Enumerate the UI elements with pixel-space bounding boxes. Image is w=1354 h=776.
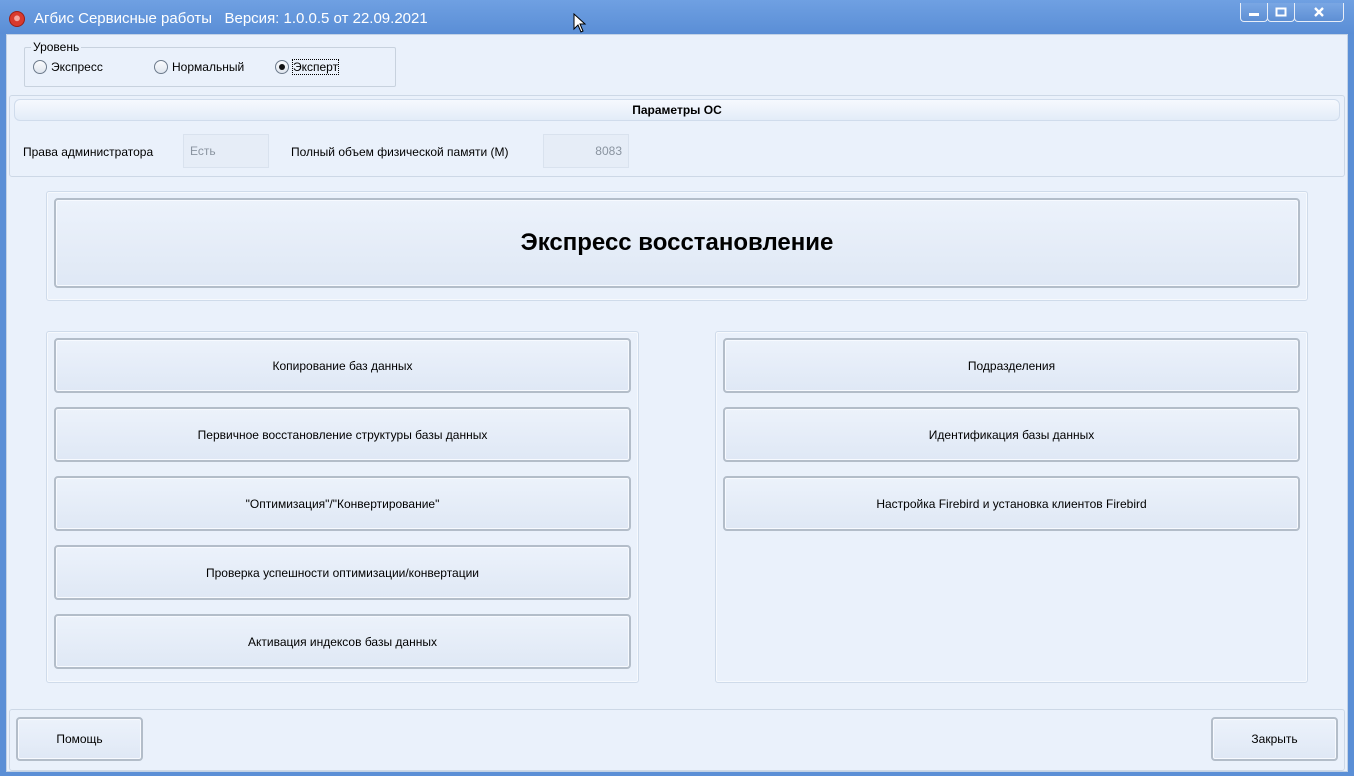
minimize-button[interactable] (1240, 3, 1268, 22)
main-client-area: Уровень Экспресс Нормальный Эксперт Пара… (6, 34, 1348, 772)
radio-express[interactable]: Экспресс (33, 60, 103, 74)
left-actions-panel: Копирование баз данных Первичное восстан… (46, 331, 639, 683)
radio-express-label[interactable]: Экспресс (51, 60, 103, 74)
copy-databases-button[interactable]: Копирование баз данных (54, 338, 631, 393)
restore-structure-button[interactable]: Первичное восстановление структуры базы … (54, 407, 631, 462)
optimize-convert-button[interactable]: "Оптимизация"/"Конвертирование" (54, 476, 631, 531)
os-params-group: Параметры ОС Права администратора Есть П… (9, 95, 1345, 177)
help-button[interactable]: Помощь (16, 717, 143, 761)
departments-button[interactable]: Подразделения (723, 338, 1300, 393)
activate-indexes-button[interactable]: Активация индексов базы данных (54, 614, 631, 669)
footer-bar: Помощь Закрыть (9, 709, 1345, 771)
os-params-header: Параметры ОС (14, 99, 1340, 121)
level-legend: Уровень (31, 40, 82, 54)
physical-memory-field: 8083 (543, 134, 629, 168)
radio-normal-circle[interactable] (154, 60, 168, 74)
maximize-icon (1275, 7, 1287, 17)
close-window-button[interactable] (1294, 3, 1344, 22)
express-panel: Экспресс восстановление (46, 191, 1308, 301)
physical-memory-label: Полный объем физической памяти (M) (291, 145, 509, 159)
radio-normal-label[interactable]: Нормальный (172, 60, 244, 74)
mouse-cursor-icon (573, 13, 587, 33)
maximize-button[interactable] (1267, 3, 1295, 22)
radio-expert-label[interactable]: Эксперт (291, 59, 340, 75)
window-controls (1240, 3, 1344, 22)
window-title: Агбис Сервисные работы Версия: 1.0.0.5 о… (34, 10, 428, 27)
radio-expert-circle[interactable] (275, 60, 289, 74)
app-icon (9, 11, 25, 27)
close-button[interactable]: Закрыть (1211, 717, 1338, 761)
radio-express-circle[interactable] (33, 60, 47, 74)
title-bar[interactable]: Агбис Сервисные работы Версия: 1.0.0.5 о… (0, 0, 1354, 34)
admin-rights-label: Права администратора (23, 145, 154, 159)
minimize-icon (1249, 13, 1259, 16)
right-actions-panel: Подразделения Идентификация базы данных … (715, 331, 1308, 683)
database-identification-button[interactable]: Идентификация базы данных (723, 407, 1300, 462)
radio-expert[interactable]: Эксперт (275, 59, 340, 75)
admin-rights-field: Есть (183, 134, 269, 168)
level-group: Уровень Экспресс Нормальный Эксперт (24, 40, 396, 87)
express-restore-button[interactable]: Экспресс восстановление (54, 198, 1300, 288)
check-optimization-button[interactable]: Проверка успешности оптимизации/конверта… (54, 545, 631, 600)
firebird-setup-button[interactable]: Настройка Firebird и установка клиентов … (723, 476, 1300, 531)
radio-normal[interactable]: Нормальный (154, 60, 244, 74)
close-icon (1314, 7, 1324, 17)
